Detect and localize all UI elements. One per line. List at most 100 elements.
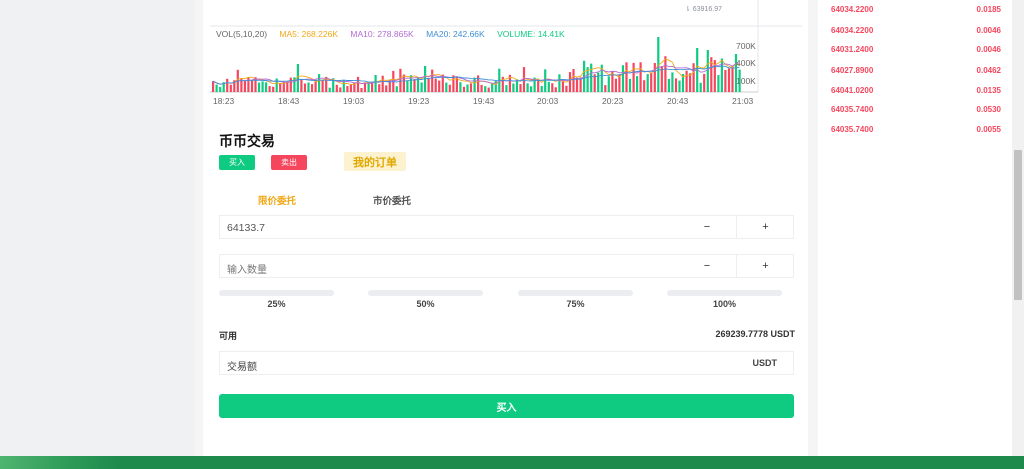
orderbook-price: 64035.7400 xyxy=(831,125,874,134)
buy-tab-button[interactable]: 买入 xyxy=(219,155,255,170)
footer-bar xyxy=(0,456,1024,469)
orderbook-row[interactable]: 64034.2200 0.0185 xyxy=(831,5,1001,19)
volume-bar xyxy=(318,74,321,92)
volume-label: VOLUME: 14.41K xyxy=(497,29,565,39)
price-decrement-button[interactable]: − xyxy=(678,216,736,238)
orderbook-price: 64035.7400 xyxy=(831,105,874,114)
orderbook-row[interactable]: 64027.8900 0.0462 xyxy=(831,66,1001,80)
volume-bar xyxy=(607,76,610,92)
volume-bar xyxy=(339,87,342,92)
tab-limit-order[interactable]: 限价委托 xyxy=(258,193,296,207)
orderbook-qty: 0.0462 xyxy=(976,66,1001,75)
orderbook-qty: 0.0185 xyxy=(976,5,1001,14)
volume-bar xyxy=(621,65,625,92)
volume-bar xyxy=(706,50,709,92)
price-increment-button[interactable]: + xyxy=(736,216,794,238)
volume-bar xyxy=(703,73,706,92)
volume-bar xyxy=(420,82,423,92)
quantity-input[interactable]: 输入数量 xyxy=(227,261,267,276)
volume-bar xyxy=(568,72,572,92)
volume-bar xyxy=(575,77,579,92)
orderbook-row[interactable]: 64034.2200 0.0046 xyxy=(831,26,1001,40)
my-orders-button[interactable]: 我的订单 xyxy=(344,152,406,171)
tab-market-order[interactable]: 市价委托 xyxy=(373,193,411,207)
available-balance: 269239.7778 USDT xyxy=(715,329,795,339)
volume-bar xyxy=(685,70,688,92)
orderbook-qty: 0.0135 xyxy=(976,86,1001,95)
x-tick: 19:23 xyxy=(408,96,430,106)
quantity-increment-button[interactable]: + xyxy=(736,255,794,277)
quantity-decrement-button[interactable]: − xyxy=(678,255,736,277)
percent-50-bar[interactable] xyxy=(368,290,483,296)
x-tick: 20:43 xyxy=(667,96,689,106)
orderbook-price: 64041.0200 xyxy=(831,86,874,95)
volume-bar xyxy=(632,62,635,92)
sell-tab-button[interactable]: 卖出 xyxy=(271,155,307,170)
percent-75-label[interactable]: 75% xyxy=(518,299,633,309)
volume-bar xyxy=(346,86,349,92)
volume-bar xyxy=(226,78,229,92)
trade-amount-field[interactable]: 交易额 USDT xyxy=(219,351,794,375)
vol-label: VOL(5,10,20) xyxy=(216,29,268,39)
orderbook-row[interactable]: 64035.7400 0.0530 xyxy=(831,105,1001,119)
volume-bar xyxy=(300,79,303,92)
volume-bar xyxy=(480,84,483,92)
percent-75-bar[interactable] xyxy=(518,290,633,296)
volume-bar xyxy=(554,87,557,92)
y-tick: 100K xyxy=(736,76,756,86)
volume-bar xyxy=(484,86,487,92)
ma5-label: MA5: 268.226K xyxy=(279,29,339,39)
volume-bar xyxy=(448,84,451,92)
orderbook-row[interactable]: 64041.0200 0.0135 xyxy=(831,86,1001,100)
percent-100-bar[interactable] xyxy=(667,290,782,296)
volume-bar xyxy=(459,82,462,92)
volume-bar xyxy=(342,80,345,92)
volume-bar xyxy=(374,75,377,92)
volume-bar xyxy=(296,64,299,92)
scrollbar-thumb[interactable] xyxy=(1014,150,1022,300)
volume-bar xyxy=(215,84,218,92)
volume-bar xyxy=(265,82,268,92)
y-tick: 700K xyxy=(736,41,756,51)
footer-accent xyxy=(0,456,120,469)
volume-bar xyxy=(385,85,388,92)
volume-bar xyxy=(625,62,628,92)
volume-bar xyxy=(462,86,466,92)
volume-bar xyxy=(537,79,540,92)
volume-chart[interactable]: ⇂ 63916.97 VOL(5,10,20) MA5: 268.226K MA… xyxy=(210,0,802,110)
volume-bar xyxy=(473,77,476,92)
percent-50-label[interactable]: 50% xyxy=(368,299,483,309)
orderbook-price: 64034.2200 xyxy=(831,26,874,35)
volume-bar xyxy=(286,81,289,92)
price-input[interactable]: 64133.7 xyxy=(227,222,265,234)
trade-amount-input[interactable]: 交易额 xyxy=(227,358,257,373)
orderbook-row[interactable]: 64031.2400 0.0046 xyxy=(831,45,1001,59)
volume-bar xyxy=(303,83,307,92)
volume-bar xyxy=(639,62,642,92)
volume-bar xyxy=(279,83,282,92)
volume-bar xyxy=(363,82,367,92)
page-scrollbar[interactable] xyxy=(1012,0,1024,456)
volume-bar xyxy=(614,78,617,92)
quantity-field[interactable]: 输入数量 − + xyxy=(219,254,794,278)
submit-buy-button[interactable]: 买入 xyxy=(219,394,794,418)
volume-bar xyxy=(720,58,723,92)
volume-bar xyxy=(558,74,561,92)
percent-100-label[interactable]: 100% xyxy=(667,299,782,309)
price-field[interactable]: 64133.7 − + xyxy=(219,215,794,239)
volume-bar xyxy=(547,81,550,92)
volume-bar xyxy=(445,82,448,92)
percent-25-label[interactable]: 25% xyxy=(219,299,334,309)
volume-bar xyxy=(724,70,727,92)
volume-bar xyxy=(519,84,522,92)
volume-bar xyxy=(565,85,568,92)
percent-25-bar[interactable] xyxy=(219,290,334,296)
last-price-flag: ⇂ 63916.97 xyxy=(685,6,723,13)
orderbook-row[interactable]: 64035.7400 0.0055 xyxy=(831,125,1001,139)
volume-bar xyxy=(590,63,593,92)
volume-bar xyxy=(335,84,338,92)
volume-bar xyxy=(378,84,381,92)
volume-bar xyxy=(243,80,246,92)
volume-chart-svg xyxy=(210,0,802,93)
trade-amount-unit: USDT xyxy=(752,358,778,368)
